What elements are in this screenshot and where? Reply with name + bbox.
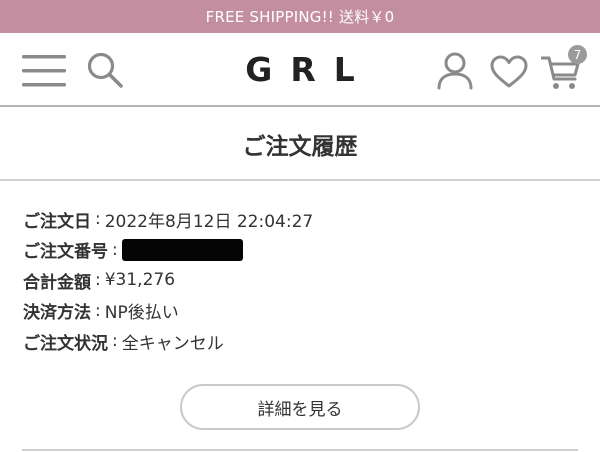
order-date-label: ご注文日 (23, 211, 91, 232)
user-icon[interactable] (437, 52, 473, 90)
order-total-label: 合計金額 (23, 272, 91, 293)
menu-icon[interactable] (22, 55, 66, 87)
order-date-value: 2022年8月12日 22:04:27 (104, 211, 314, 232)
order-total-value: ¥31,276 (104, 270, 176, 291)
view-details-button[interactable]: 詳細を見る (180, 384, 420, 430)
order-number-row: ご注文番号 : (23, 235, 583, 266)
promo-banner: FREE SHIPPING!! 送料￥0 (0, 0, 600, 33)
payment-method-label: 決済方法 (23, 303, 91, 324)
page-title-text: ご注文履歴 (242, 134, 358, 160)
promo-text: FREE SHIPPING!! 送料￥0 (205, 8, 395, 26)
separator: : (112, 239, 118, 260)
page-title: ご注文履歴 (0, 109, 600, 181)
separator: : (95, 270, 101, 291)
divider (22, 449, 578, 451)
site-header: GRL 7 (0, 33, 600, 107)
heart-icon[interactable] (490, 55, 528, 89)
site-logo[interactable]: GRL (200, 47, 400, 91)
order-date-row: ご注文日 : 2022年8月12日 22:04:27 (23, 204, 583, 235)
payment-method-row: 決済方法 : NP後払い (23, 296, 583, 327)
order-number-label: ご注文番号 (23, 242, 108, 263)
search-icon[interactable] (86, 51, 124, 89)
separator: : (95, 209, 101, 230)
payment-method-value: NP後払い (104, 303, 179, 324)
separator: : (112, 331, 118, 352)
order-total-row: 合計金額 : ¥31,276 (23, 265, 583, 296)
order-status-value: 全キャンセル (121, 333, 224, 354)
order-status-row: ご注文状況 : 全キャンセル (23, 326, 583, 357)
redacted-order-number (121, 238, 243, 261)
order-status-label: ご注文状況 (23, 333, 108, 354)
order-summary: ご注文日 : 2022年8月12日 22:04:27 ご注文番号 : 合計金額 … (23, 204, 583, 357)
separator: : (95, 300, 101, 321)
cart-count-badge: 7 (568, 45, 587, 64)
